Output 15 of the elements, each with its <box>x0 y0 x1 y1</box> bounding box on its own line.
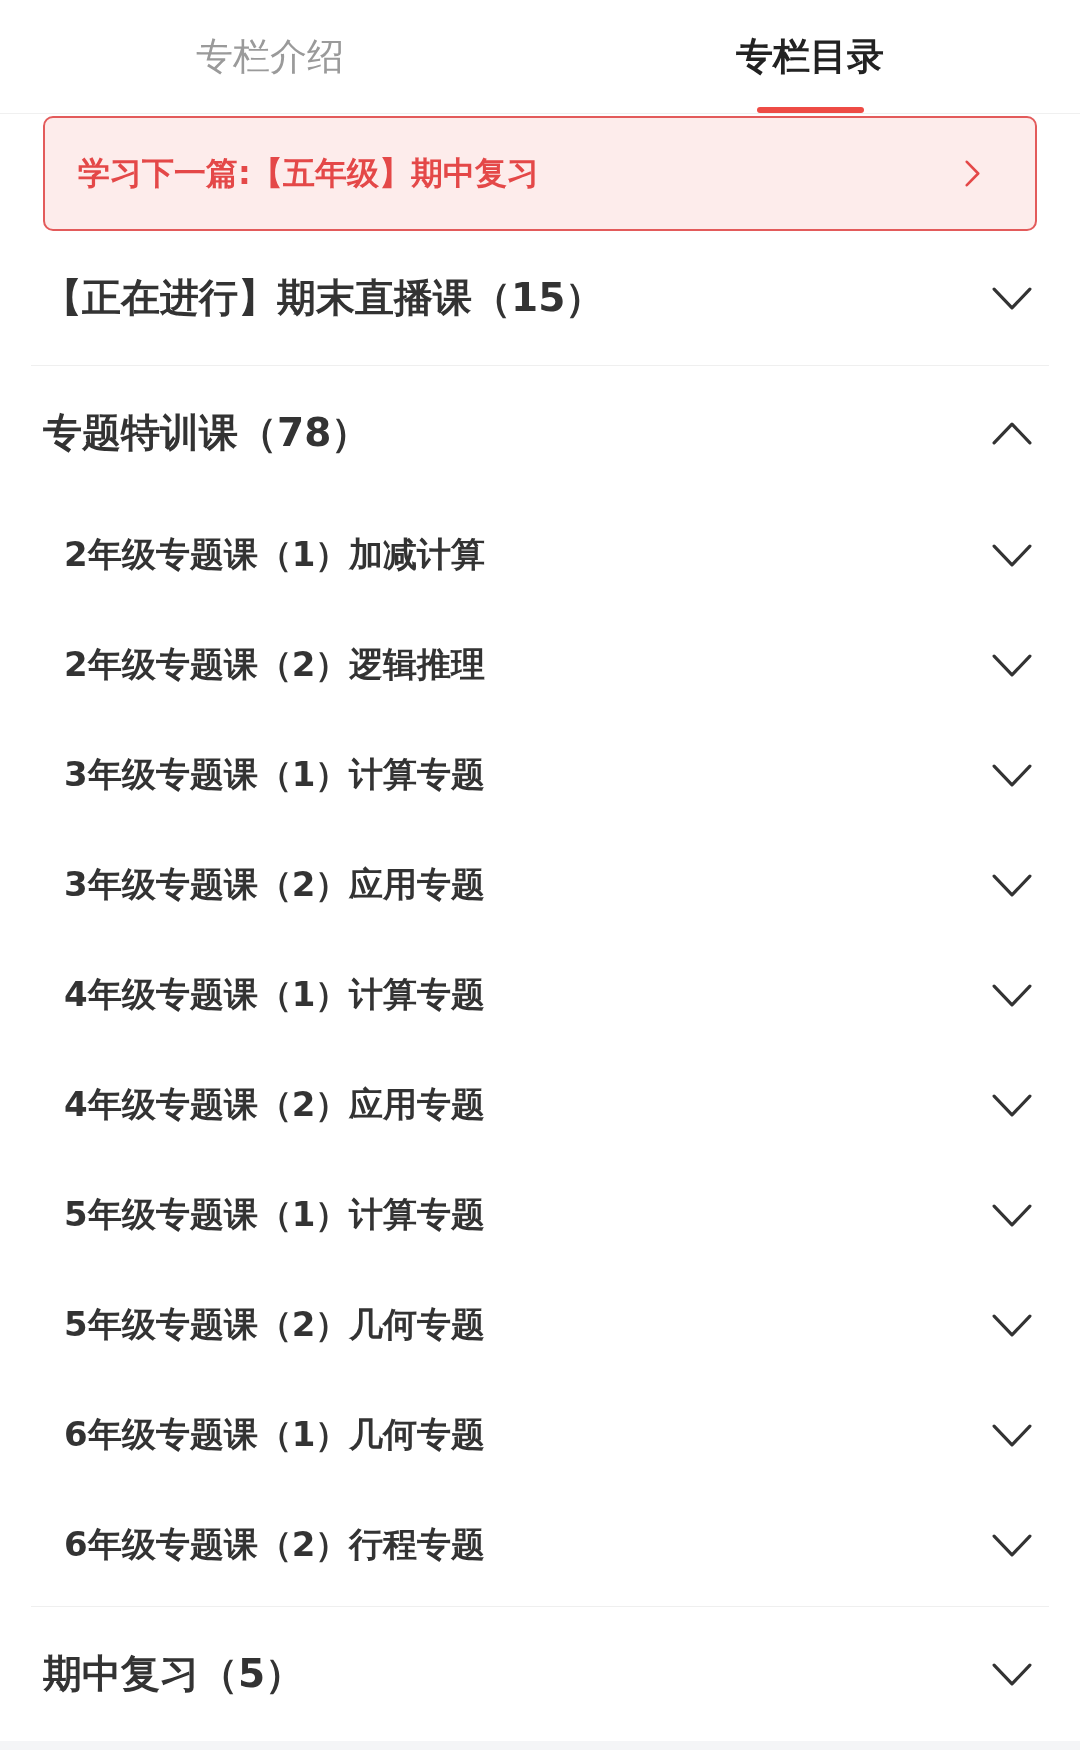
lesson-group-item[interactable]: 3年级专题课（2）应用专题 <box>31 830 1049 940</box>
section-header[interactable]: 期中复习（5） <box>31 1607 1049 1741</box>
lesson-group-item[interactable]: 4年级专题课（2）应用专题 <box>31 1050 1049 1160</box>
tab[interactable]: 专栏目录 <box>728 0 892 113</box>
section-header[interactable]: 专题特训课（78） <box>31 366 1049 500</box>
lesson-group-item[interactable]: 2年级专题课（2）逻辑推理 <box>31 610 1049 720</box>
chevron-right-icon <box>965 160 980 187</box>
lesson-group-item[interactable]: 4年级专题课（1）计算专题 <box>31 940 1049 1050</box>
lesson-group-item[interactable]: 6年级专题课（2）行程专题 <box>31 1490 1049 1600</box>
section-header[interactable]: 【正在进行】期末直播课（15） <box>31 231 1049 365</box>
lesson-group-item[interactable]: 6年级专题课（1）几何专题 <box>31 1380 1049 1490</box>
lesson-group-item[interactable]: 3年级专题课（1）计算专题 <box>31 720 1049 830</box>
lesson-group-item[interactable]: 2年级专题课（1）加减计算 <box>31 500 1049 610</box>
lesson-group-item[interactable]: 5年级专题课（1）计算专题 <box>31 1160 1049 1270</box>
lesson-group-item[interactable]: 5年级专题课（2）几何专题 <box>31 1270 1049 1380</box>
